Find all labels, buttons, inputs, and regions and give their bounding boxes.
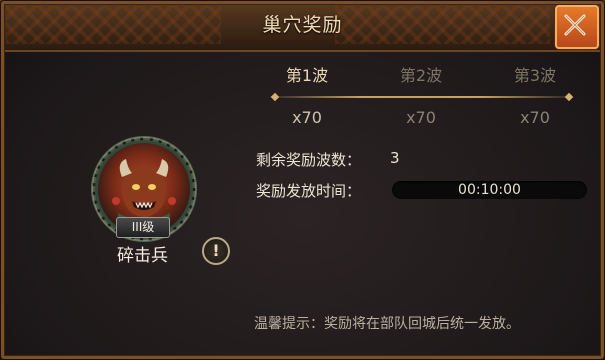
reward-timer-bar: 00:10:00 — [392, 181, 587, 199]
tab-divider-line — [270, 96, 572, 98]
unit-name: 碎击兵 — [117, 246, 168, 266]
tab-wave-2[interactable]: 第2波 — [376, 62, 466, 86]
tab-wave-1[interactable]: 第1波 — [262, 62, 352, 86]
tab-line-end-left — [270, 92, 280, 102]
info-icon[interactable]: ! — [202, 237, 230, 265]
wave-3-reward: x70 — [520, 108, 550, 127]
remaining-waves-label: 剩余奖励波数： — [256, 151, 362, 169]
dialog-header: 巢穴奖励 — [0, 0, 605, 52]
remaining-waves-value: 3 — [390, 149, 400, 167]
wave-2-reward: x70 — [406, 108, 436, 127]
close-button[interactable] — [555, 5, 599, 49]
dialog-title: 巢穴奖励 — [262, 14, 343, 36]
tab-line-end-right — [564, 92, 574, 102]
reward-timer-value: 00:10:00 — [458, 182, 521, 198]
hint-text: 温馨提示：奖励将在部队回城后统一发放。 — [254, 316, 520, 332]
wave-1-reward: x70 — [292, 108, 322, 127]
tab-wave-3[interactable]: 第3波 — [490, 62, 580, 86]
close-x-icon — [564, 14, 586, 36]
reward-time-label: 奖励发放时间： — [256, 182, 362, 200]
reward-dialog: 巢穴奖励 第1波 第2波 第3波 x70 x70 x70 剩余奖励波数： 3 奖… — [0, 0, 605, 360]
unit-level-badge: III级 — [116, 217, 170, 238]
